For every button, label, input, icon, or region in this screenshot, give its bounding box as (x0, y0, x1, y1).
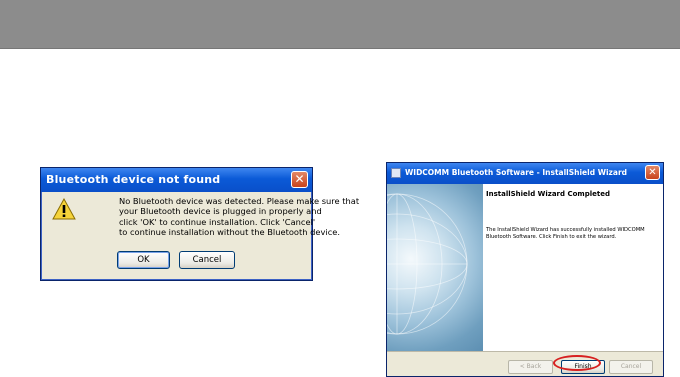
description-line: Bluetooth Software. Click Finish to exit… (486, 234, 617, 240)
warning-icon (52, 198, 76, 220)
header-bar (0, 0, 680, 49)
close-icon[interactable]: ✕ (291, 171, 308, 188)
wizard-heading: InstallShield Wizard Completed (486, 190, 610, 198)
description-line: The InstallShield Wizard has successfull… (486, 227, 645, 233)
globe-image (387, 184, 483, 351)
message-line: No Bluetooth device was detected. Please… (119, 196, 360, 206)
message-line: to continue installation without the Blu… (119, 226, 341, 237)
cancel-button[interactable]: Cancel (179, 251, 235, 269)
dialog-title-bar[interactable]: Bluetooth device not found ✕ (41, 168, 312, 192)
wizard-title-bar[interactable]: WIDCOMM Bluetooth Software - InstallShie… (387, 163, 663, 184)
wizard-title: WIDCOMM Bluetooth Software - InstallShie… (405, 168, 628, 177)
installshield-wizard-window: WIDCOMM Bluetooth Software - InstallShie… (386, 162, 664, 377)
wizard-body: InstallShield Wizard Completed The Insta… (387, 184, 663, 351)
dialog-title: Bluetooth device not found (46, 173, 221, 186)
globe-grid (387, 193, 468, 335)
bluetooth-not-found-dialog: Bluetooth device not found ✕ No Bluetoot… (40, 167, 360, 281)
ok-button[interactable]: OK (117, 251, 170, 269)
close-icon[interactable]: ✕ (645, 165, 660, 180)
wizard-description: The InstallShield Wizard has successfull… (486, 227, 658, 241)
wizard-cancel-button[interactable]: Cancel (609, 360, 653, 374)
app-icon (391, 168, 401, 178)
finish-highlight-circle (553, 355, 601, 371)
dialog-message: No Bluetooth device was detected. Please… (119, 196, 360, 237)
message-line: your Bluetooth device is plugged in prop… (119, 206, 322, 217)
message-line: click 'OK' to continue installation. Cli… (119, 216, 316, 227)
wizard-footer: < Back Finish Cancel (387, 351, 663, 376)
back-button[interactable]: < Back (508, 360, 553, 374)
